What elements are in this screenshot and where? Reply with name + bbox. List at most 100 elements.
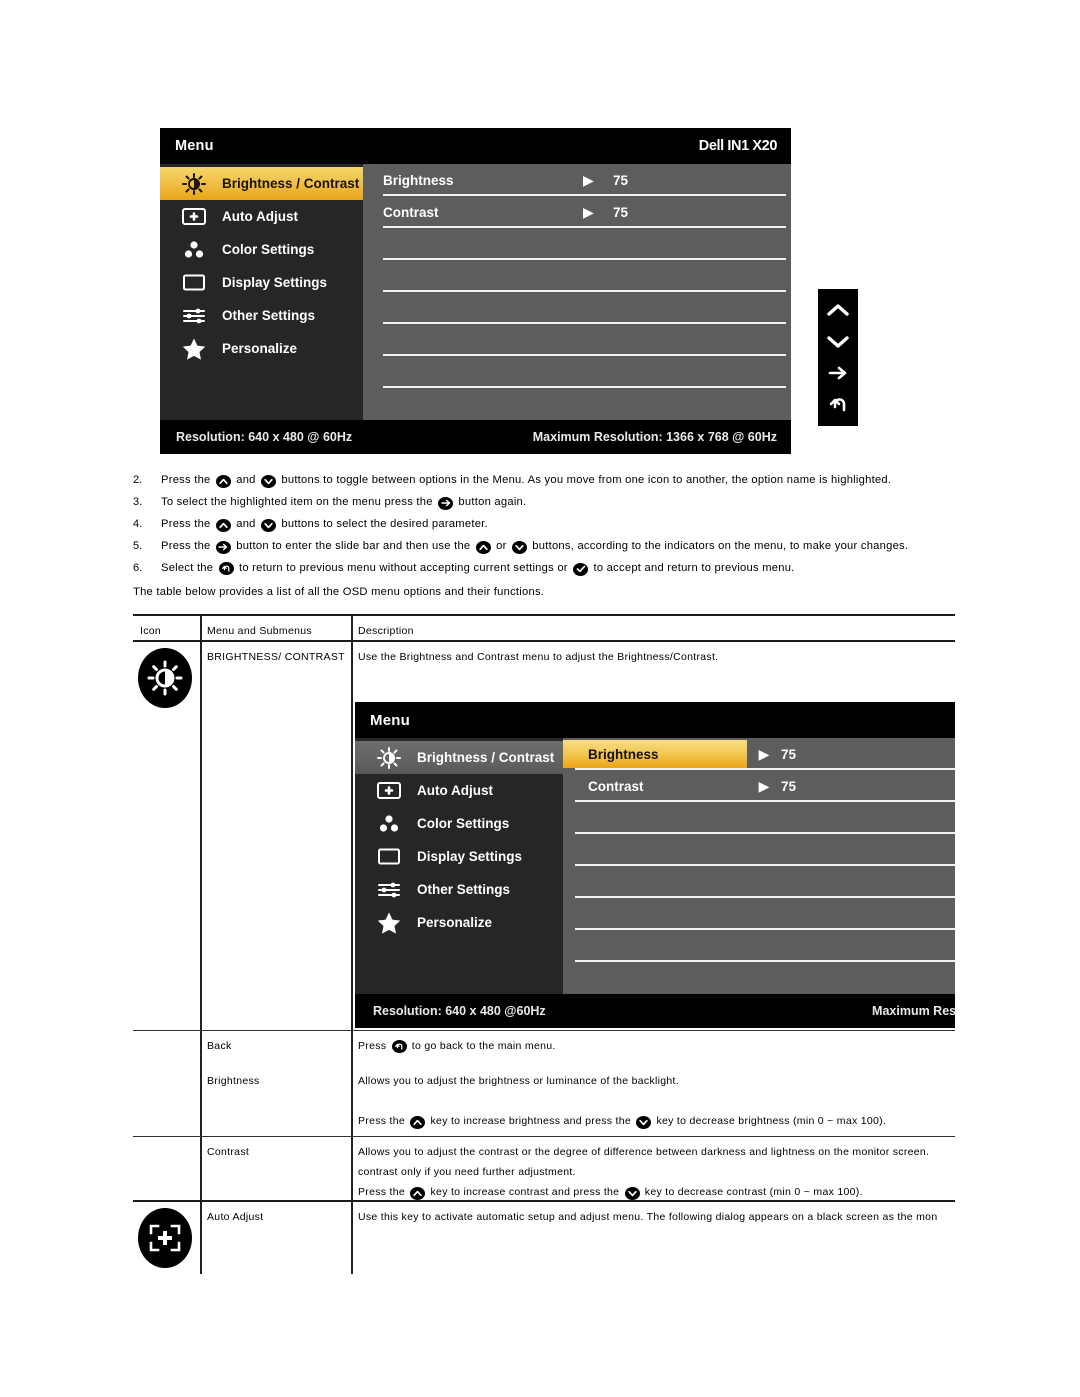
osd-sidebar-item-display-settings[interactable]: Display Settings	[160, 266, 363, 299]
step-number: 4.	[133, 518, 143, 530]
auto-adjust-big-icon	[138, 1208, 192, 1268]
table-cell-description: Press to go back to the main menu.	[351, 1031, 955, 1056]
down-key-icon	[261, 519, 277, 532]
down-arrow-icon[interactable]	[825, 330, 851, 354]
osd-row-empty	[383, 228, 786, 260]
check-key-icon	[573, 562, 589, 576]
color-settings-icon	[361, 807, 417, 840]
table-cell-menu: Contrast	[207, 1146, 250, 1158]
osd-sidebar-item-label: Personalize	[222, 341, 298, 356]
other-settings-icon	[166, 299, 222, 332]
other-settings-icon	[361, 873, 417, 906]
procedure-step: 2. Press the and buttons to toggle betwee…	[133, 470, 933, 490]
right-key-icon	[215, 540, 231, 554]
osd2-row-label: Brightness	[563, 740, 747, 768]
osd-row-label: Contrast	[383, 204, 439, 220]
step-text: To select the highlighted item on the me…	[161, 496, 527, 510]
osd2-footer-bar: Resolution: 640 x 480 @60Hz Maximum Reso…	[355, 994, 955, 1028]
osd2-row-value: 75	[781, 778, 797, 794]
osd-sidebar-item-other-settings[interactable]: Other Settings	[160, 299, 363, 332]
up-arrow-icon[interactable]	[825, 298, 851, 322]
right-arrow-icon[interactable]	[825, 361, 851, 385]
up-key-icon	[475, 541, 491, 554]
table-intro-text: The table below provides a list of all t…	[133, 586, 545, 598]
osd2-sidebar-item-label: Other Settings	[417, 882, 511, 897]
osd-main-panel: Brightness ▶ 75 Contrast ▶ 75	[363, 164, 791, 420]
step-text: Press the button to enter the slide bar …	[161, 540, 909, 554]
osd-resolution-label: Resolution: 640 x 480 @ 60Hz	[176, 430, 353, 444]
osd2-resolution-label: Resolution: 640 x 480 @60Hz	[373, 1004, 546, 1018]
osd2-body: Brightness / Contrast Auto Adjust Color …	[355, 738, 955, 994]
table-cell-description: Use this key to activate automatic setup…	[358, 1211, 938, 1223]
step-number: 6.	[133, 562, 143, 574]
osd2-sidebar-item-auto-adjust[interactable]: Auto Adjust	[355, 774, 563, 807]
osd2-row-empty	[563, 802, 955, 834]
osd2-row-contrast[interactable]: Contrast ▶ 75	[563, 770, 955, 802]
osd2-sidebar-item-other-settings[interactable]: Other Settings	[355, 873, 563, 906]
osd-menu-figure-top: Menu Dell IN1 X20 Brightness / Contrast …	[160, 128, 791, 454]
personalize-star-icon	[361, 906, 417, 939]
osd-footer-bar: Resolution: 640 x 480 @ 60Hz Maximum Res…	[160, 420, 791, 454]
table-col-divider	[200, 1137, 202, 1200]
osd-model-label: Dell IN1 X20	[698, 138, 778, 154]
osd-row-empty	[383, 356, 786, 388]
osd-row-brightness[interactable]: Brightness ▶ 75	[383, 164, 786, 196]
table-cell-description: Allows you to adjust the contrast or the…	[351, 1137, 955, 1202]
description-line: Press the key to increase contrast and p…	[358, 1186, 863, 1200]
table-cell-description: Use the Brightness and Contrast menu to …	[358, 651, 719, 663]
osd-title-left: Menu	[175, 138, 214, 154]
osd2-sidebar-item-label: Brightness / Contrast	[417, 750, 555, 765]
table-cell-description: Allows you to adjust the brightness or l…	[351, 1066, 955, 1131]
osd-sidebar-item-color-settings[interactable]: Color Settings	[160, 233, 363, 266]
up-key-icon	[410, 1187, 426, 1200]
osd2-sidebar-item-personalize[interactable]: Personalize	[355, 906, 563, 939]
procedure-step: 5. Press the button to enter the slide ba…	[133, 536, 933, 556]
osd2-sidebar-item-brightness-contrast[interactable]: Brightness / Contrast	[355, 741, 563, 774]
color-settings-icon	[166, 233, 222, 266]
osd2-row-empty	[563, 930, 955, 962]
osd-sidebar-item-label: Other Settings	[222, 308, 316, 323]
table-header-icon: Icon	[140, 625, 162, 637]
table-cell-menu: Brightness	[207, 1075, 260, 1087]
osd-row-empty	[383, 260, 786, 292]
osd2-row-value: 75	[781, 746, 797, 762]
down-key-icon	[261, 475, 277, 488]
down-key-icon	[511, 541, 527, 554]
osd2-sidebar-item-display-settings[interactable]: Display Settings	[355, 840, 563, 873]
procedure-steps: 2. Press the and buttons to toggle betwee…	[133, 470, 933, 580]
table-col-divider	[200, 642, 202, 1030]
table-header-row: Icon Menu and Submenus Description	[133, 616, 955, 640]
description-line: Press the key to increase brightness and…	[358, 1115, 887, 1129]
down-key-icon	[624, 1187, 640, 1200]
personalize-star-icon	[166, 332, 222, 365]
auto-adjust-icon	[166, 200, 222, 233]
osd-row-empty	[383, 292, 786, 324]
table-col-divider	[351, 1031, 353, 1066]
table-header-menu: Menu and Submenus	[207, 625, 312, 637]
osd-sidebar-item-personalize[interactable]: Personalize	[160, 332, 363, 365]
back-arrow-icon[interactable]	[825, 393, 851, 417]
osd2-row-empty	[563, 834, 955, 866]
osd2-row-empty	[563, 866, 955, 898]
osd-row-value: 75	[613, 204, 629, 220]
chevron-right-icon: ▶	[758, 745, 770, 762]
osd-max-resolution-label: Maximum Resolution: 1366 x 768 @ 60Hz	[532, 430, 777, 444]
up-key-icon	[215, 519, 231, 532]
osd-sidebar-item-brightness-contrast[interactable]: Brightness / Contrast	[160, 167, 363, 200]
osd-sidebar-item-auto-adjust[interactable]: Auto Adjust	[160, 200, 363, 233]
osd2-sidebar-item-label: Auto Adjust	[417, 783, 493, 798]
monitor-keypad	[818, 289, 858, 426]
step-text: Press the and buttons to toggle between …	[161, 474, 892, 488]
osd2-sidebar-item-color-settings[interactable]: Color Settings	[355, 807, 563, 840]
osd2-row-brightness[interactable]: Brightness ▶ 75	[563, 738, 955, 770]
osd-row-contrast[interactable]: Contrast ▶ 75	[383, 196, 786, 228]
table-col-divider	[351, 616, 353, 640]
osd2-sidebar-item-label: Display Settings	[417, 849, 523, 864]
description-line: Allows you to adjust the brightness or l…	[358, 1075, 679, 1087]
table-row: Contrast Allows you to adjust the contra…	[133, 1137, 955, 1200]
step-number: 5.	[133, 540, 143, 552]
osd2-sidebar: Brightness / Contrast Auto Adjust Color …	[355, 738, 563, 994]
step-text: Select the to return to previous menu wi…	[161, 562, 795, 576]
step-number: 3.	[133, 496, 143, 508]
procedure-step: 6. Select the to return to previous menu …	[133, 558, 933, 578]
